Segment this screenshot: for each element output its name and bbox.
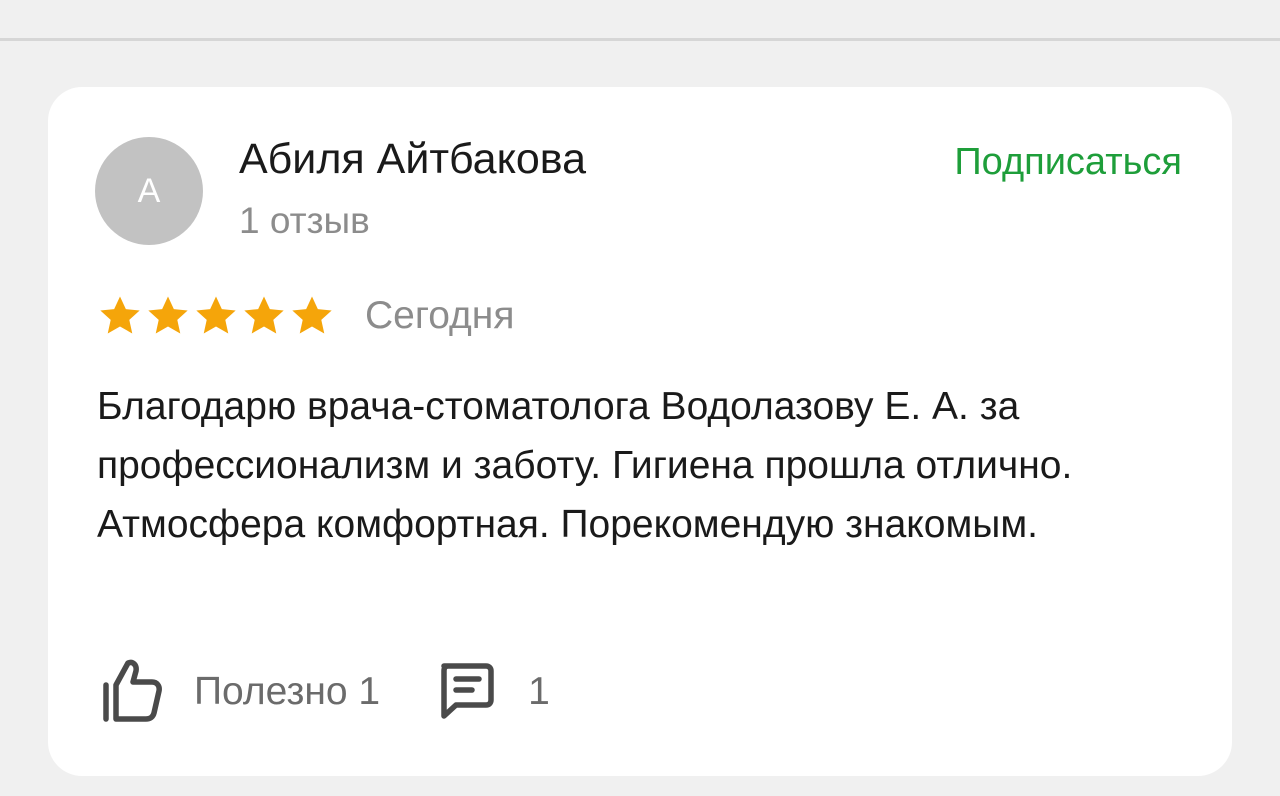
star-icon [145,293,191,339]
comment-icon [436,660,496,725]
top-divider [0,38,1280,41]
avatar-initial: А [137,171,161,210]
subscribe-button[interactable]: Подписаться [954,139,1182,185]
helpful-button[interactable]: Полезно 1 [102,657,380,728]
comments-count: 1 [528,670,550,713]
helpful-label: Полезно 1 [194,670,381,713]
avatar[interactable]: А [95,137,203,245]
review-date: Сегодня [365,294,515,337]
star-icon [193,293,239,339]
rating-row: Сегодня [97,293,514,339]
review-card: А Абиля Айтбакова 1 отзыв Подписаться Се… [48,87,1232,776]
star-rating [97,293,335,339]
review-text: Благодарю врача-стоматолога Водолазову Е… [97,385,1073,546]
review-actions: Полезно 1 1 [102,659,550,725]
comments-button[interactable]: 1 [436,660,550,725]
star-icon [289,293,335,339]
author-review-count: 1 отзыв [239,200,370,241]
author-name[interactable]: Абиля Айтбакова [239,133,586,185]
star-icon [97,293,143,339]
star-icon [241,293,287,339]
thumbs-up-icon [102,657,162,728]
